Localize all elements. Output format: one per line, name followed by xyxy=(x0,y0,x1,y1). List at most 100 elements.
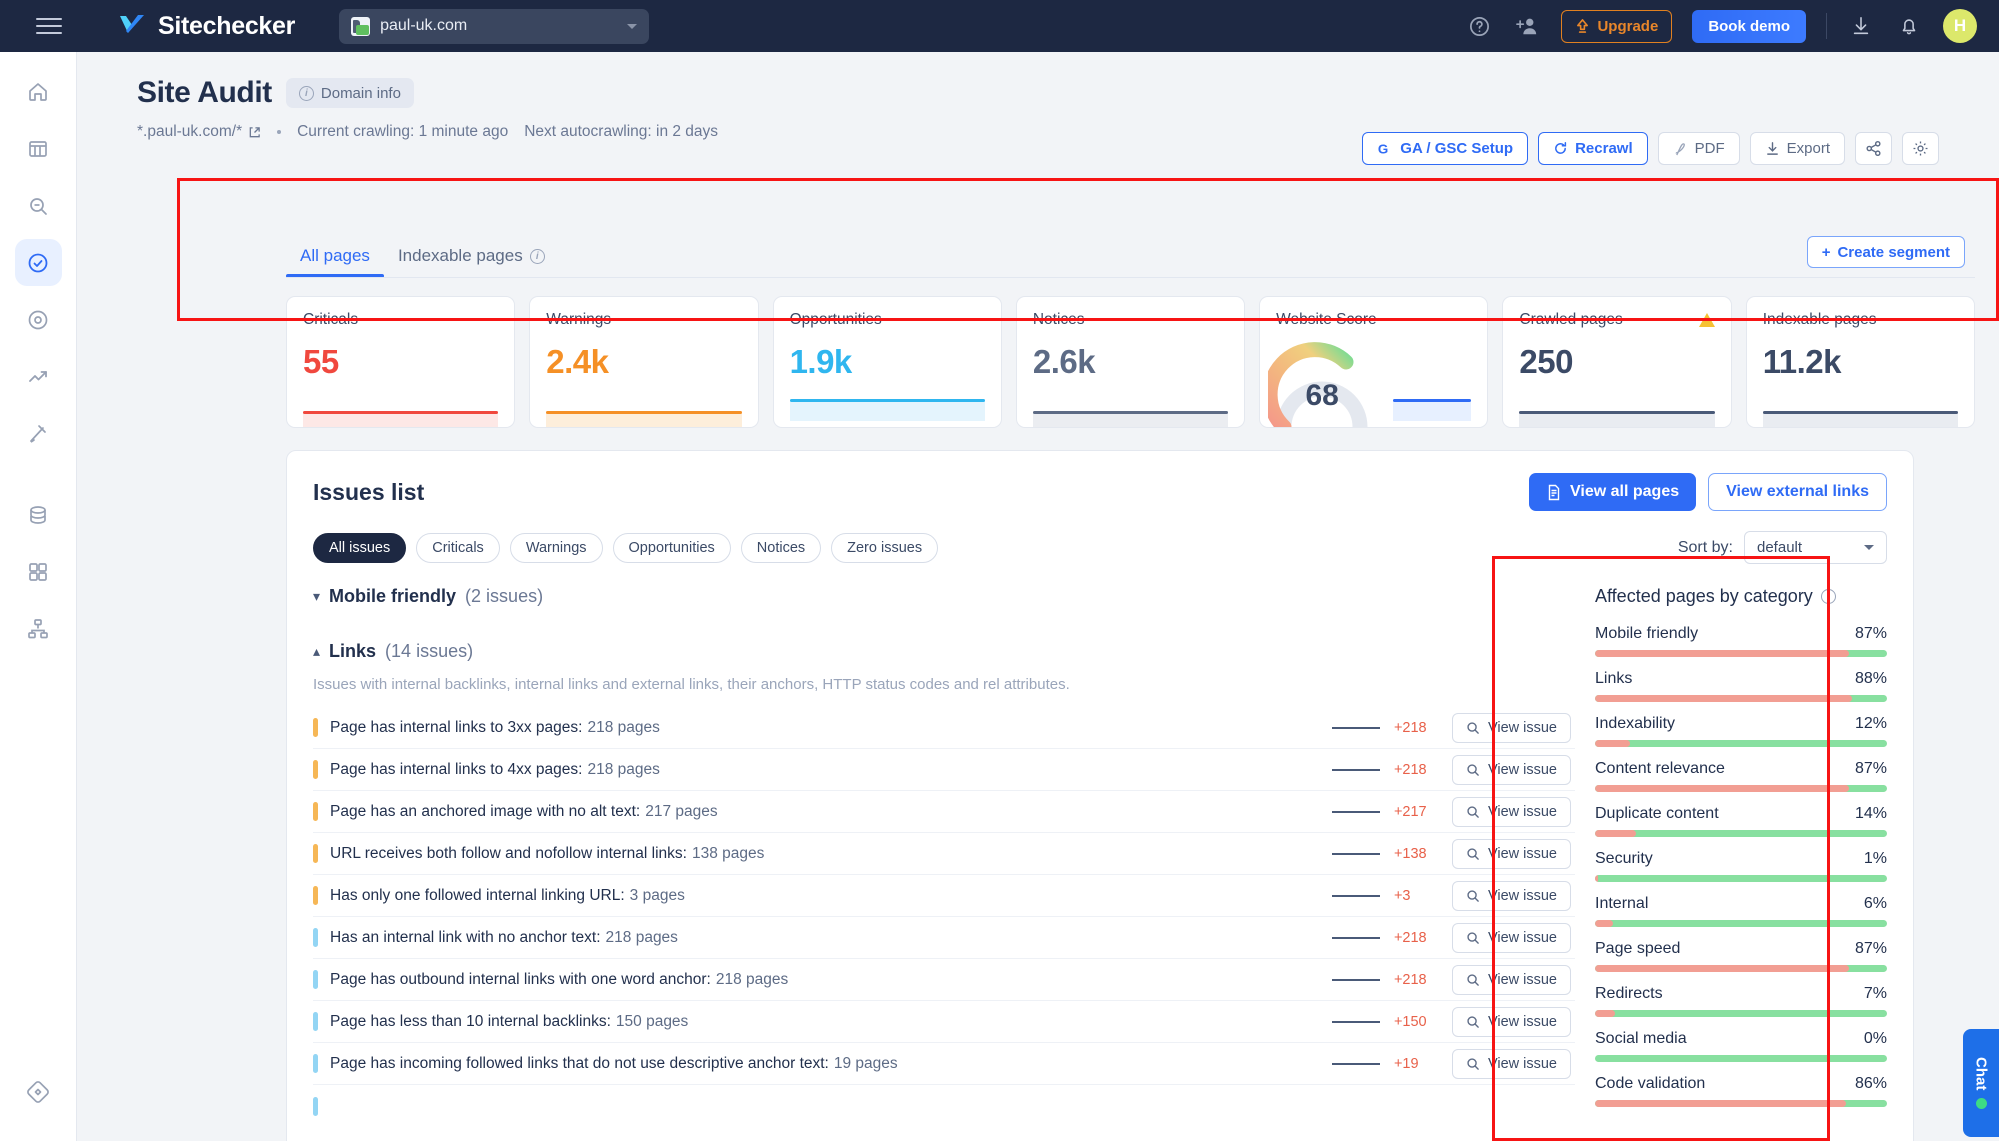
settings-button[interactable] xyxy=(1902,132,1939,165)
view-issue-button[interactable]: View issue xyxy=(1451,880,1571,911)
issue-pages-count: 3 pages xyxy=(629,886,685,904)
severity-indicator xyxy=(313,886,318,905)
table-row[interactable]: Page has internal links to 3xx pages: 218… xyxy=(313,707,1575,749)
filter-chip-warnings[interactable]: Warnings xyxy=(509,532,603,563)
upgrade-button[interactable]: Upgrade xyxy=(1561,9,1673,43)
external-link-icon xyxy=(249,126,260,137)
bell-icon[interactable] xyxy=(1895,12,1923,40)
affected-category-item: Links 88% xyxy=(1595,670,1887,702)
share-button[interactable] xyxy=(1855,132,1892,165)
view-issue-button[interactable]: View issue xyxy=(1451,796,1571,827)
issue-group-name: Links xyxy=(329,641,377,661)
metric-card-website-score[interactable]: Website Score 68 xyxy=(1259,296,1489,428)
sidebar-item-backlinks[interactable] xyxy=(15,491,62,538)
sidebar-item-keywords[interactable] xyxy=(15,410,62,457)
view-issue-button[interactable]: View issue xyxy=(1451,1048,1571,1079)
table-row[interactable]: URL receives both follow and nofollow in… xyxy=(313,833,1575,875)
sidebar-item-compass[interactable] xyxy=(15,1068,62,1115)
affected-category-label: Internal xyxy=(1595,895,1649,912)
issue-group-mobile-friendly[interactable]: ▾ Mobile friendly (2 issues) xyxy=(313,586,1575,607)
view-issue-button[interactable]: View issue xyxy=(1451,1006,1571,1037)
sidebar-item-rank-tracker[interactable] xyxy=(15,182,62,229)
metric-card-crawled-pages[interactable]: Crawled pages 250 xyxy=(1502,296,1732,428)
metric-card-warnings[interactable]: Warnings 2.4k xyxy=(529,296,759,428)
view-issue-button[interactable]: View issue xyxy=(1451,922,1571,953)
sidebar-item-home[interactable] xyxy=(15,68,62,115)
filter-chip-opportunities[interactable]: Opportunities xyxy=(612,532,731,563)
issue-group-links[interactable]: ▴ Links (14 issues) xyxy=(313,641,1575,662)
sparkline xyxy=(1331,936,1380,939)
issue-title: Has only one followed internal linking U… xyxy=(330,887,685,905)
share-icon xyxy=(1866,140,1881,157)
table-row[interactable]: Page has incoming followed links that do… xyxy=(313,1043,1575,1085)
export-button[interactable]: Export xyxy=(1749,132,1845,165)
view-issue-button[interactable]: View issue xyxy=(1451,838,1571,869)
view-issue-label: View issue xyxy=(1487,1013,1557,1030)
brand-logo[interactable]: Sitechecker xyxy=(118,12,295,41)
divider xyxy=(1826,13,1827,39)
gear-icon xyxy=(1913,141,1928,156)
recrawl-button[interactable]: Recrawl xyxy=(1538,132,1648,165)
metric-card-criticals[interactable]: Criticals 55 xyxy=(286,296,516,428)
view-issue-button[interactable]: View issue xyxy=(1451,712,1571,743)
url-mask-link[interactable]: *.paul-uk.com/* xyxy=(137,123,261,141)
pdf-button[interactable]: PDF xyxy=(1657,132,1740,165)
create-segment-button[interactable]: + Create segment xyxy=(1806,236,1965,268)
refresh-icon xyxy=(1555,141,1567,154)
affected-category-percent: 88% xyxy=(1854,670,1887,687)
affected-category-label: Social media xyxy=(1595,1030,1687,1047)
download-icon[interactable] xyxy=(1847,12,1875,40)
view-all-pages-button[interactable]: View all pages xyxy=(1529,473,1697,511)
view-external-links-button[interactable]: View external links xyxy=(1708,473,1887,511)
sidebar-item-monitoring[interactable] xyxy=(15,296,62,343)
warning-icon xyxy=(1698,313,1715,327)
table-row[interactable]: Page has outbound internal links with on… xyxy=(313,959,1575,1001)
issue-pages-count: 218 pages xyxy=(715,970,789,988)
affected-category-label: Duplicate content xyxy=(1595,805,1719,822)
sidebar-item-site-audit[interactable] xyxy=(14,239,62,286)
sort-select[interactable]: default xyxy=(1744,531,1887,564)
issue-delta: +19 xyxy=(1393,1055,1419,1072)
help-icon[interactable] xyxy=(1465,12,1493,40)
table-row[interactable]: Page has internal links to 4xx pages: 218… xyxy=(313,749,1575,791)
ga-gsc-setup-button[interactable]: G GA / GSC Setup xyxy=(1362,132,1529,165)
avatar[interactable]: H xyxy=(1943,9,1977,43)
add-user-icon[interactable] xyxy=(1513,12,1541,40)
tab-all-pages[interactable]: All pages xyxy=(286,246,384,278)
sidebar-item-analytics[interactable] xyxy=(15,353,62,400)
table-row[interactable] xyxy=(313,1085,1575,1127)
view-issue-button[interactable]: View issue xyxy=(1451,964,1571,995)
sidebar-item-sitemap[interactable] xyxy=(15,605,62,652)
filter-label: Warnings xyxy=(525,539,587,556)
sparkline xyxy=(1331,852,1380,855)
domain-info-button[interactable]: i Domain info xyxy=(285,78,414,108)
filter-chip-notices[interactable]: Notices xyxy=(740,532,822,563)
overview-panel: All pages Indexable pages i + Create seg… xyxy=(262,230,1999,448)
tab-indexable-pages[interactable]: Indexable pages i xyxy=(384,246,559,278)
chat-widget[interactable]: Chat xyxy=(1963,1029,1999,1137)
menu-icon[interactable] xyxy=(36,13,62,39)
metric-card-notices[interactable]: Notices 2.6k xyxy=(1015,296,1246,428)
view-issue-label: View issue xyxy=(1487,761,1557,778)
svg-text:G: G xyxy=(1378,141,1388,156)
info-icon: i xyxy=(1820,589,1836,604)
domain-selector[interactable]: paul-uk.com xyxy=(339,8,650,44)
table-row[interactable]: Has an internal link with no anchor text… xyxy=(313,917,1575,959)
filter-chip-all-issues[interactable]: All issues xyxy=(313,532,407,563)
view-issue-button[interactable]: View issue xyxy=(1451,754,1571,785)
filter-chip-criticals[interactable]: Criticals xyxy=(416,532,500,563)
book-demo-button[interactable]: Book demo xyxy=(1692,9,1806,43)
table-row[interactable]: Has only one followed internal linking U… xyxy=(313,875,1575,917)
sidebar-item-dashboard[interactable] xyxy=(15,125,62,172)
issue-pages-count: 150 pages xyxy=(615,1012,689,1030)
table-row[interactable]: Page has less than 10 internal backlinks… xyxy=(313,1001,1575,1043)
metric-card-opportunities[interactable]: Opportunities 1.9k xyxy=(772,296,1002,428)
filter-chip-zero-issues[interactable]: Zero issues xyxy=(831,532,939,563)
top-navigation-bar: Sitechecker paul-uk.com Upgrade Book dem… xyxy=(0,0,1999,52)
affected-category-percent: 12% xyxy=(1854,715,1887,732)
metric-card-indexable-pages[interactable]: Indexable pages 11.2k xyxy=(1745,296,1975,428)
sidebar-item-integrations[interactable] xyxy=(15,548,62,595)
chevron-down-icon: ▾ xyxy=(313,588,321,604)
table-row[interactable]: Page has an anchored image with no alt t… xyxy=(313,791,1575,833)
affected-category-label: Indexability xyxy=(1595,715,1676,732)
